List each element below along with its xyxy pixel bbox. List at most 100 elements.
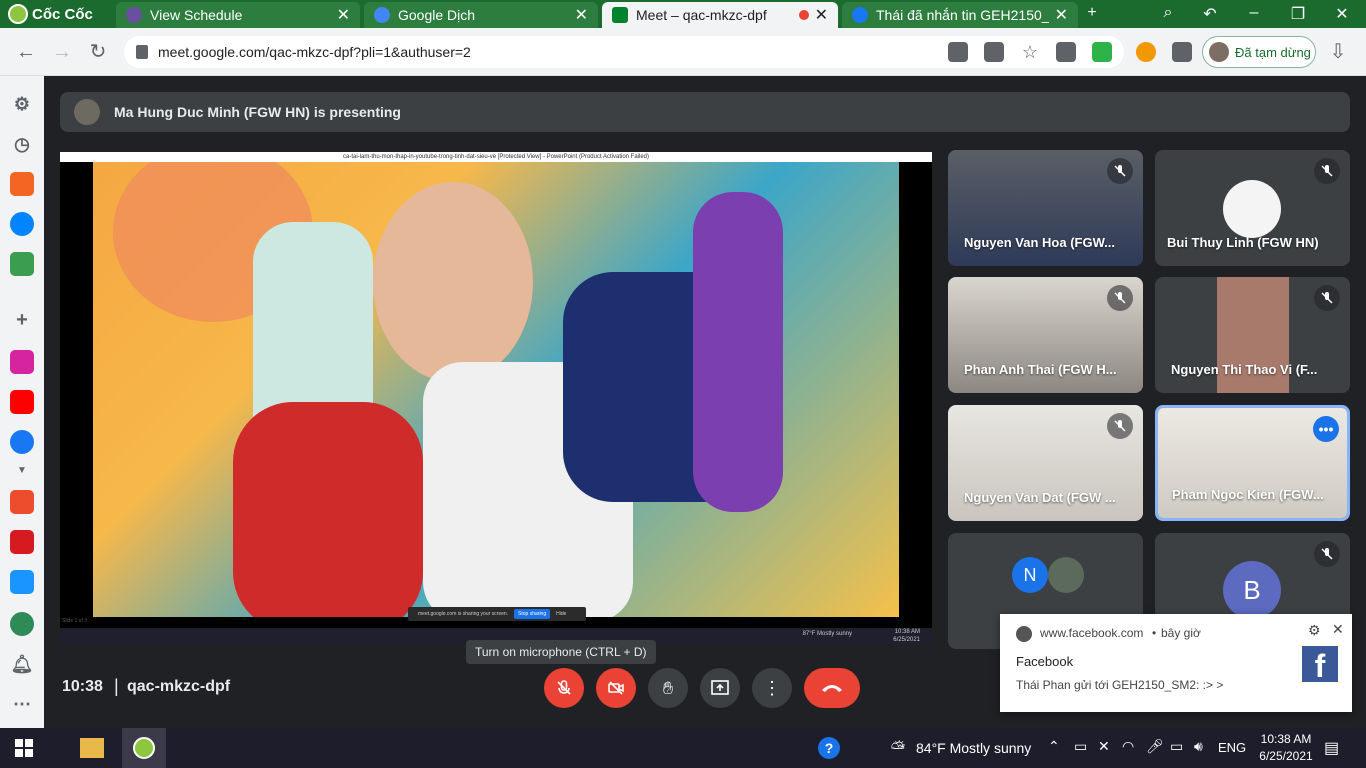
close-window-button[interactable]: ✕ (1330, 4, 1354, 24)
notifications-icon[interactable]: ▤ (1324, 738, 1339, 758)
stop-sharing-button[interactable]: Stop sharing (514, 609, 551, 619)
tab-view-schedule[interactable]: View Schedule ✕ (116, 2, 360, 28)
hat-icon[interactable] (10, 612, 34, 636)
file-explorer-icon[interactable] (80, 738, 104, 758)
gamepad-icon[interactable] (10, 252, 34, 276)
tab-title: View Schedule (150, 7, 243, 23)
avatar: N (1012, 557, 1048, 593)
forward-button[interactable]: → (50, 40, 74, 64)
tab-facebook[interactable]: Thái đã nhắn tin GEH2150_SM ✕ (842, 2, 1078, 28)
inner-weather: 87°F Mostly sunny (802, 631, 852, 637)
language-indicator[interactable]: ENG (1218, 740, 1246, 755)
windows-start-icon[interactable] (10, 734, 38, 762)
windows-taskbar: ? ⛅︎ 84°F Mostly sunny ⌃ ▭ ✕ ◠ 🎤︎ ▭ 🔊︎ E… (0, 728, 1366, 768)
clock-time[interactable]: 10:38 AM (1256, 732, 1316, 746)
more-icon[interactable]: ⋯ (10, 692, 34, 716)
extension-icon[interactable] (1136, 42, 1156, 62)
slide-status: Slide 1 of 3 (62, 618, 88, 624)
avatar (1209, 42, 1229, 62)
camera-button[interactable] (596, 668, 636, 708)
tiki-icon[interactable] (10, 570, 34, 594)
participant-name: Nguyen Thi Thao Vi (F... (1171, 362, 1318, 377)
coccoc-taskbar-icon[interactable] (122, 728, 166, 768)
download-icon[interactable] (1092, 42, 1112, 62)
more-options-icon[interactable]: ••• (1313, 416, 1339, 442)
participant-tile[interactable]: ••• Pham Ngoc Kien (FGW... (1155, 405, 1350, 521)
facebook-logo-icon: f (1302, 646, 1338, 684)
clock-date[interactable]: 6/25/2021 (1256, 749, 1316, 763)
help-icon[interactable]: ? (818, 737, 840, 759)
microphone-tray-icon[interactable]: 🎤︎ (1146, 738, 1164, 755)
mic-off-icon (1107, 285, 1133, 311)
close-icon[interactable]: ✕ (575, 5, 588, 25)
volume-icon[interactable]: 🔊︎ (1194, 738, 1203, 755)
youtube-icon[interactable] (10, 390, 34, 414)
add-icon[interactable]: + (10, 308, 34, 332)
tab-search-icon[interactable]: ⌕ (1156, 4, 1180, 22)
participant-tile[interactable]: Bui Thuy Linh (FGW HN) (1155, 150, 1350, 266)
participant-tile[interactable]: Nguyen Van Dat (FGW ... (948, 405, 1143, 521)
bookmark-star-icon[interactable]: ☆ (1020, 42, 1040, 62)
chevron-down-icon[interactable]: ▼ (10, 458, 34, 482)
network-off-icon[interactable]: ✕ (1098, 738, 1110, 755)
hide-button[interactable]: Hide (556, 611, 566, 617)
reload-button[interactable]: ↻ (86, 40, 110, 64)
restore-button[interactable]: ❐ (1286, 4, 1310, 24)
close-icon[interactable]: ✕ (337, 5, 350, 25)
new-tab-button[interactable]: + (1080, 4, 1104, 22)
close-icon[interactable]: ✕ (1055, 5, 1068, 25)
history-icon[interactable]: ◷ (10, 132, 34, 156)
puzzle-icon[interactable] (1172, 42, 1192, 62)
meet-tray-icon[interactable]: ▭ (1074, 738, 1087, 755)
raise-hand-button[interactable]: ✋︎ (648, 668, 688, 708)
browser-sidebar: ⚙ ◷ + ▼ 🔔︎ ⋯ (0, 76, 44, 728)
share-notice: meet.google.com is sharing your screen. (418, 611, 509, 617)
browser-brand[interactable]: Cốc Cốc (8, 4, 93, 24)
tab-google-translate[interactable]: Google Dịch ✕ (364, 2, 598, 28)
battery-icon[interactable]: ▭ (1170, 738, 1183, 755)
crown-icon[interactable] (10, 172, 34, 196)
mic-off-icon (557, 680, 571, 695)
participant-tile[interactable]: Nguyen Thi Thao Vi (F... (1155, 277, 1350, 393)
address-bar: ← → ↻ meet.google.com/qac-mkzc-dpf?pli=1… (0, 28, 1366, 76)
mic-off-icon (1107, 413, 1133, 439)
participant-tile[interactable]: Nguyen Van Hoa (FGW... (948, 150, 1143, 266)
camera-icon[interactable] (948, 42, 968, 62)
notification-time: bây giờ (1161, 626, 1201, 640)
vtv-go-icon[interactable] (10, 530, 34, 554)
messenger-icon[interactable] (10, 212, 34, 236)
profile-button[interactable]: Đã tạm dừng (1202, 36, 1316, 68)
gear-icon[interactable]: ⚙ (10, 92, 34, 116)
shield-icon[interactable] (1056, 42, 1076, 62)
minimize-button[interactable]: – (1242, 4, 1266, 22)
close-icon[interactable]: ✕ (815, 5, 828, 25)
avatar: B (1223, 561, 1281, 619)
participant-tile[interactable]: Phan Anh Thai (FGW H... (948, 277, 1143, 393)
tab-meet[interactable]: Meet – qac-mkzc-dpf ✕ (602, 2, 838, 28)
leave-call-button[interactable] (804, 668, 860, 708)
back-forward-icon[interactable]: ↶ (1198, 4, 1222, 24)
translate-icon[interactable] (984, 42, 1004, 62)
browser-icon (1016, 626, 1032, 642)
instagram-icon[interactable] (10, 350, 34, 374)
microphone-button[interactable] (544, 668, 584, 708)
facebook-icon[interactable] (10, 430, 34, 454)
back-button[interactable]: ← (14, 40, 38, 64)
downloads-icon[interactable]: ⇩ (1326, 40, 1350, 64)
shopee-icon[interactable] (10, 490, 34, 514)
settings-icon[interactable]: ⚙ (1308, 622, 1321, 639)
wifi-icon[interactable]: ◠ (1122, 738, 1134, 755)
recording-icon (798, 10, 809, 20)
participant-name: Nguyen Van Hoa (FGW... (964, 235, 1115, 250)
chevron-up-icon[interactable]: ⌃ (1048, 738, 1060, 755)
more-options-button[interactable]: ⋮ (752, 668, 792, 708)
present-button[interactable] (700, 668, 740, 708)
participant-name: Nguyen Van Dat (FGW ... (964, 490, 1116, 505)
bell-icon[interactable]: 🔔︎ (10, 652, 34, 676)
url-field[interactable]: meet.google.com/qac-mkzc-dpf?pli=1&authu… (124, 36, 1124, 68)
meeting-code: qac-mkzc-dpf (127, 678, 231, 695)
meeting-time: 10:38 (62, 678, 103, 695)
close-icon[interactable]: ✕ (1332, 621, 1344, 638)
url-text: meet.google.com/qac-mkzc-dpf?pli=1&authu… (158, 44, 471, 60)
facebook-notification[interactable]: www.facebook.com • bây giờ ⚙ ✕ Facebook … (1000, 614, 1352, 712)
